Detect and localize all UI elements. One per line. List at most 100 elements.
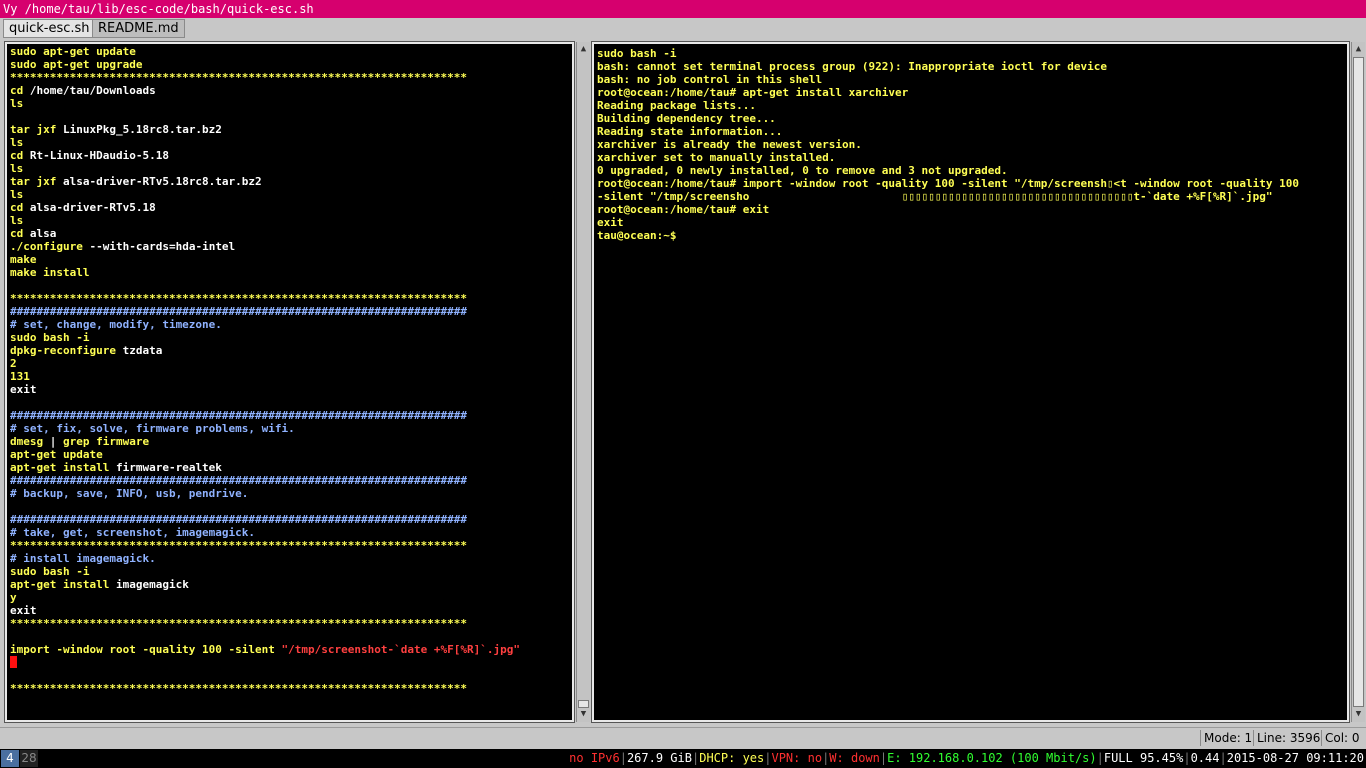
editor-line: ls xyxy=(10,214,520,227)
scroll-up-icon[interactable]: ▲ xyxy=(1353,44,1364,55)
separator: | xyxy=(1183,751,1191,765)
code-token: ls xyxy=(10,162,24,175)
code-token: # set, change, modify, timezone. xyxy=(10,318,222,331)
code-token: ./configure xyxy=(10,240,90,253)
editor-line: tar jxf LinuxPkg_5.18rc8.tar.bz2 xyxy=(10,123,520,136)
editor-line: # take, get, screenshot, imagemagick. xyxy=(10,526,520,539)
code-token: cd xyxy=(10,227,30,240)
editor-line: sudo apt-get update xyxy=(10,45,520,58)
editor-line: tar jxf alsa-driver-RTv5.18rc8.tar.bz2 xyxy=(10,175,520,188)
code-token: 2 xyxy=(10,357,17,370)
editor-line: sudo bash -i xyxy=(10,565,520,578)
terminal-line: Reading package lists... xyxy=(597,99,756,112)
code-token: Rt-Linux-HDaudio-5.18 xyxy=(29,149,169,162)
code-token: ls xyxy=(10,136,24,149)
terminal-line: xarchiver set to manually installed. xyxy=(597,151,836,164)
terminal-line: 0 upgraded, 0 newly installed, 0 to remo… xyxy=(597,164,1008,177)
editor-pane[interactable]: sudo apt-get update sudo apt-get upgrade *… xyxy=(4,41,575,723)
editor-line: ****************************************… xyxy=(10,292,520,305)
window-title: Vy /home/tau/lib/esc-code/bash/quick-esc… xyxy=(0,0,1366,18)
scroll-up-icon[interactable]: ▲ xyxy=(578,44,589,55)
code-token: "/tmp/screenshot-`date +%F[%R]`.jpg" xyxy=(281,643,520,656)
editor-line: make install xyxy=(10,266,520,279)
status-item: 0.44 xyxy=(1190,751,1220,765)
code-token: make xyxy=(10,253,37,266)
editor-line: # set, fix, solve, firmware problems, wi… xyxy=(10,422,520,435)
editor-line: 2 xyxy=(10,357,520,370)
scroll-thumb[interactable] xyxy=(1353,57,1364,707)
code-token: apt-get install xyxy=(10,461,116,474)
editor-line: ls xyxy=(10,188,520,201)
editor-line: dmesg | grep firmware xyxy=(10,435,520,448)
terminal-line: root@ocean:/home/tau# apt-get install xa… xyxy=(597,86,909,99)
status-mode: Mode: 1 xyxy=(1200,730,1255,746)
editor-line: ########################################… xyxy=(10,409,520,422)
editor-line: sudo apt-get upgrade xyxy=(10,58,520,71)
code-token: grep firmware xyxy=(63,435,150,448)
code-token: # set, fix, solve, firmware problems, wi… xyxy=(10,422,295,435)
status-line: Line: 3596 xyxy=(1253,730,1323,746)
editor-line: y xyxy=(10,591,520,604)
editor-scrollbar[interactable]: ▲ ▼ xyxy=(576,42,590,722)
editor-line: ########################################… xyxy=(10,474,520,487)
editor-text: sudo apt-get update sudo apt-get upgrade *… xyxy=(10,45,520,695)
terminal-line: bash: no job control in this shell xyxy=(597,73,823,86)
editor-line: # set, change, modify, timezone. xyxy=(10,318,520,331)
terminal-line: root@ocean:/home/tau# import -window roo… xyxy=(597,177,1299,190)
terminal-line: tau@ocean:~$ xyxy=(597,229,677,242)
editor-line: apt-get update xyxy=(10,448,520,461)
editor-line: # install imagemagick. xyxy=(10,552,520,565)
status-item: FULL 95.45% xyxy=(1103,751,1184,765)
terminal-line: Reading state information... xyxy=(597,125,783,138)
taskbar: 4 28 no IPv6|267.9 GiB|DHCP: yes|VPN: no… xyxy=(0,749,1366,768)
tab-bar: quick-esc.sh README.md xyxy=(0,18,1366,39)
editor-line: ls xyxy=(10,136,520,149)
code-token: cd xyxy=(10,149,30,162)
status-col: Col: 0 xyxy=(1321,730,1363,746)
code-token: # install imagemagick. xyxy=(10,552,156,565)
status-item: 267.9 GiB xyxy=(626,751,692,765)
code-token: exit xyxy=(10,604,37,617)
terminal-line: xarchiver is already the newest version. xyxy=(597,138,862,151)
code-token: imagemagick xyxy=(115,578,189,591)
code-token: firmware-realtek xyxy=(115,461,222,474)
status-item: VPN: no xyxy=(771,751,823,765)
editor-line: ls xyxy=(10,162,520,175)
code-token: alsa-driver-RTv5.18 xyxy=(29,201,156,214)
scroll-thumb[interactable] xyxy=(578,700,589,708)
code-token: sudo bash -i xyxy=(10,565,90,578)
scroll-down-icon[interactable]: ▼ xyxy=(578,709,589,720)
code-token: ls xyxy=(10,97,24,110)
status-item: E: 192.168.0.102 (100 Mbit/s) xyxy=(887,751,1097,765)
status-bar: Mode: 1 Line: 3596 Col: 0 xyxy=(0,727,1366,747)
editor-line xyxy=(10,656,520,669)
editor-line: ****************************************… xyxy=(10,617,520,630)
code-token: alsa xyxy=(29,227,57,240)
editor-line: apt-get install firmware-realtek xyxy=(10,461,520,474)
editor-line: import -window root -quality 100 -silent… xyxy=(10,643,520,656)
code-token: 131 xyxy=(10,370,30,383)
code-token: tar jxf xyxy=(10,123,63,136)
tab-readme[interactable]: README.md xyxy=(92,19,185,38)
status-item: DHCP: yes xyxy=(699,751,765,765)
workspace-button[interactable]: 4 xyxy=(1,750,19,767)
code-token: apt-get update xyxy=(10,448,103,461)
editor-line: ########################################… xyxy=(10,305,520,318)
code-token: dpkg-reconfigure xyxy=(10,344,123,357)
tab-quick-esc[interactable]: quick-esc.sh xyxy=(3,19,96,38)
scroll-down-icon[interactable]: ▼ xyxy=(1353,709,1364,720)
editor-line: ./configure --with-cards=hda-intel xyxy=(10,240,520,253)
terminal-pane[interactable]: sudo bash -i bash: cannot set terminal pr… xyxy=(591,41,1350,723)
status-item: 2015-08-27 09:11:20 xyxy=(1226,751,1364,765)
code-token: /home/tau/Downloads xyxy=(29,84,156,97)
terminal-scrollbar[interactable]: ▲ ▼ xyxy=(1351,42,1365,722)
code-token: exit xyxy=(10,383,37,396)
separator: | xyxy=(1096,751,1104,765)
workspace-button[interactable]: 28 xyxy=(20,750,38,767)
code-token: sudo apt-get update xyxy=(10,45,136,58)
code-token: # backup, save, INFO, usb, pendrive. xyxy=(10,487,249,500)
code-token: LinuxPkg_5.18rc8.tar.bz2 xyxy=(62,123,222,136)
status-item: W: down xyxy=(829,751,880,765)
code-token: dmesg xyxy=(10,435,50,448)
